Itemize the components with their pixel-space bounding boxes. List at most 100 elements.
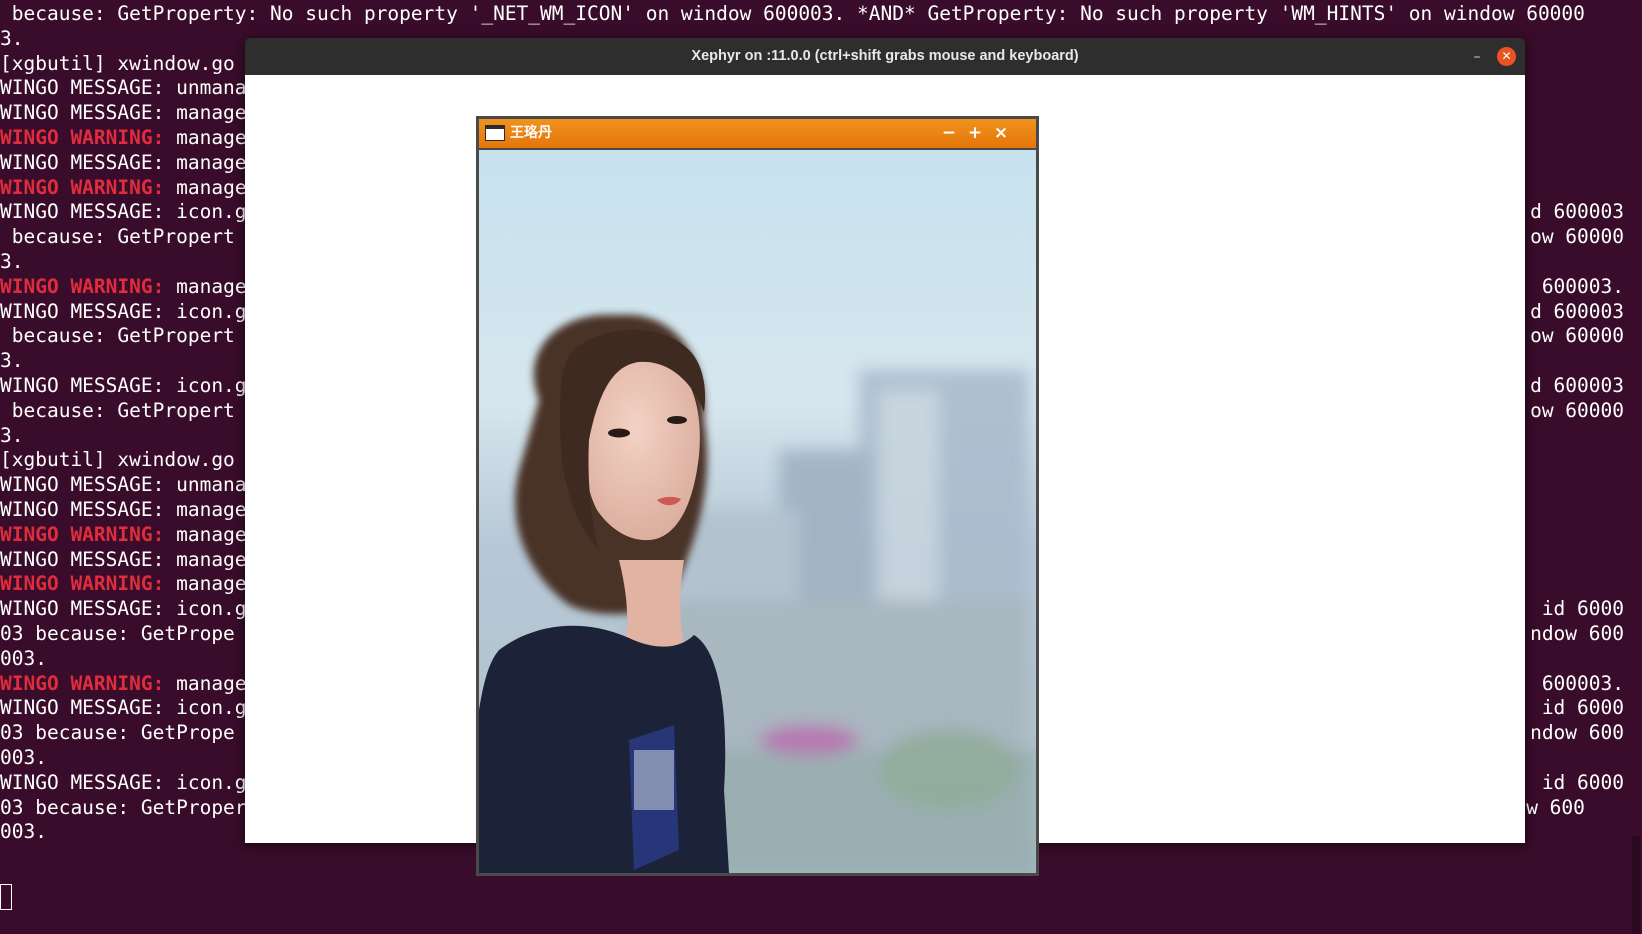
terminal-line: WINGO MESSAGE: icon.g xyxy=(0,770,247,796)
terminal-line-text: WINGO MESSAGE: icon.g xyxy=(0,696,247,720)
terminal-line: 3. xyxy=(0,423,23,449)
terminal-line: 003. xyxy=(0,819,47,845)
terminal-line-text: WINGO MESSAGE: unmana xyxy=(0,473,247,497)
terminal-line: WINGO WARNING: manage xyxy=(0,522,247,548)
client-window[interactable]: 王珞丹 − + × xyxy=(476,116,1039,876)
terminal-line-text: WINGO MESSAGE: unmana xyxy=(0,76,247,100)
terminal-line-tail: 600003. xyxy=(1541,274,1624,298)
portrait-photo-art xyxy=(479,150,1036,873)
terminal-line-text: 003. xyxy=(0,820,47,844)
terminal-line: 03 because: GetPrope xyxy=(0,720,235,746)
terminal-line-tail: ow 60000 xyxy=(1530,324,1624,348)
portrait-photo xyxy=(479,150,1036,873)
terminal-line-text: because: GetPropert xyxy=(0,398,235,422)
client-title: 王珞丹 xyxy=(510,125,552,141)
terminal-line-text: manage xyxy=(164,572,247,596)
terminal-line: WINGO WARNING: manage xyxy=(0,671,247,697)
terminal-line-tail: id 6000 xyxy=(1541,696,1624,720)
warning-label: WINGO WARNING: xyxy=(0,522,165,546)
terminal-line: WINGO MESSAGE: unmana xyxy=(0,472,247,498)
terminal-line: WINGO WARNING: manage xyxy=(0,125,247,151)
warning-label: WINGO WARNING: xyxy=(0,126,165,149)
terminal-line-text: WINGO MESSAGE: icon.g xyxy=(0,597,247,621)
terminal-line-tail: id 6000 xyxy=(1541,597,1624,621)
terminal-line-tail: id 6000 xyxy=(1541,770,1624,794)
window-icon xyxy=(485,125,505,141)
terminal-line-tail: ow 60000 xyxy=(1530,225,1624,249)
terminal-line-text: [xgbutil] xwindow.go xyxy=(0,448,235,472)
terminal-line-text: WINGO MESSAGE: manage xyxy=(0,101,247,125)
terminal-line-tail: ndow 600 xyxy=(1530,622,1624,645)
terminal-line-tail: 600003. xyxy=(1541,671,1624,695)
terminal-line: [xgbutil] xwindow.go xyxy=(0,447,235,473)
terminal-line: WINGO MESSAGE: icon.g xyxy=(0,596,247,622)
terminal-line: 3. xyxy=(0,249,23,275)
terminal-line-text: manage xyxy=(164,522,247,546)
terminal-line-tail: d 600003 xyxy=(1530,299,1624,323)
terminal-line-text: 3. xyxy=(0,349,24,373)
terminal-line: WINGO WARNING: manage xyxy=(0,175,247,201)
xephyr-titlebar[interactable]: Xephyr on :11.0.0 (ctrl+shift grabs mous… xyxy=(245,38,1525,75)
terminal-line-text: 3. xyxy=(0,423,24,447)
terminal-line: 003. xyxy=(0,745,47,771)
terminal-line-text: manage xyxy=(164,274,247,298)
terminal-line: because: GetProperty: No such property '… xyxy=(0,1,1585,27)
xephyr-window[interactable]: Xephyr on :11.0.0 (ctrl+shift grabs mous… xyxy=(245,38,1525,876)
maximize-icon[interactable]: + xyxy=(964,122,986,144)
terminal-line-tail: ndow 600 xyxy=(1530,721,1624,745)
terminal-line: WINGO MESSAGE: icon.g xyxy=(0,373,247,399)
terminal-line-text: WINGO MESSAGE: manage xyxy=(0,498,247,521)
terminal-line-text: WINGO MESSAGE: manage xyxy=(0,547,247,571)
xephyr-display[interactable]: 王珞丹 − + × xyxy=(245,75,1525,876)
terminal-line-text: 003. xyxy=(0,746,47,769)
warning-label: WINGO WARNING: xyxy=(0,671,165,695)
terminal-line: 3. xyxy=(0,26,23,52)
terminal-line: 003. xyxy=(0,646,47,672)
terminal-line-text: WINGO MESSAGE: icon.g xyxy=(0,200,247,224)
terminal-line-text: 3. xyxy=(0,250,24,273)
terminal-line-text: 03 because: GetPrope xyxy=(0,721,235,745)
terminal-line: WINGO MESSAGE: icon.g xyxy=(0,199,247,225)
terminal-scrollbar[interactable] xyxy=(1632,836,1640,934)
close-icon[interactable]: × xyxy=(990,122,1012,144)
terminal-line: WINGO MESSAGE: icon.g xyxy=(0,299,247,325)
terminal-line-text: 3. xyxy=(0,26,24,50)
terminal-line-text: WINGO MESSAGE: icon.g xyxy=(0,770,247,794)
terminal-line: [xgbutil] xwindow.go xyxy=(0,51,235,77)
terminal-line-text: 003. xyxy=(0,646,47,670)
terminal-line-text: because: GetPropert xyxy=(0,225,235,249)
minimize-icon[interactable]: − xyxy=(938,122,960,144)
terminal-line-text: because: GetPropert xyxy=(0,324,235,348)
terminal-line: WINGO MESSAGE: manage xyxy=(0,150,247,176)
xephyr-title: Xephyr on :11.0.0 (ctrl+shift grabs mous… xyxy=(691,48,1079,64)
terminal-line: WINGO MESSAGE: unmana xyxy=(0,75,247,101)
terminal-line-text: because: GetProperty: No such property '… xyxy=(0,2,1585,25)
client-titlebar[interactable]: 王珞丹 − + × xyxy=(479,119,1036,148)
terminal-line-text: [xgbutil] xwindow.go xyxy=(0,51,235,75)
terminal-line: 3. xyxy=(0,348,23,374)
terminal-line-text: manage xyxy=(164,671,247,695)
warning-label: WINGO WARNING: xyxy=(0,274,165,298)
terminal-line: because: GetPropert xyxy=(0,398,235,424)
terminal-line-text: WINGO MESSAGE: icon.g xyxy=(0,299,247,323)
terminal-line: because: GetPropert xyxy=(0,224,235,250)
terminal-line-tail: d 600003 xyxy=(1530,200,1624,224)
terminal-line-text: WINGO MESSAGE: icon.g xyxy=(0,374,247,397)
terminal-line: WINGO MESSAGE: manage xyxy=(0,100,247,126)
xephyr-close-button[interactable]: ✕ xyxy=(1497,47,1516,66)
terminal-line-text: manage xyxy=(164,175,247,199)
terminal-line-text: WINGO MESSAGE: manage xyxy=(0,150,247,174)
terminal-line-tail: d 600003 xyxy=(1530,374,1624,397)
warning-label: WINGO WARNING: xyxy=(0,572,165,596)
terminal-cursor xyxy=(0,884,12,910)
terminal-line: WINGO MESSAGE: manage xyxy=(0,547,247,573)
xephyr-minimize-button[interactable]: – xyxy=(1466,46,1488,68)
warning-label: WINGO WARNING: xyxy=(0,175,165,199)
terminal-line: because: GetPropert xyxy=(0,323,235,349)
terminal-line: 03 because: GetPrope xyxy=(0,621,235,647)
terminal-line-text: 03 because: GetPrope xyxy=(0,622,235,645)
terminal-line: WINGO MESSAGE: manage xyxy=(0,497,247,523)
terminal-line-text: manage xyxy=(164,126,247,149)
terminal-line: WINGO MESSAGE: icon.g xyxy=(0,695,247,721)
terminal-line: WINGO WARNING: manage xyxy=(0,571,247,597)
